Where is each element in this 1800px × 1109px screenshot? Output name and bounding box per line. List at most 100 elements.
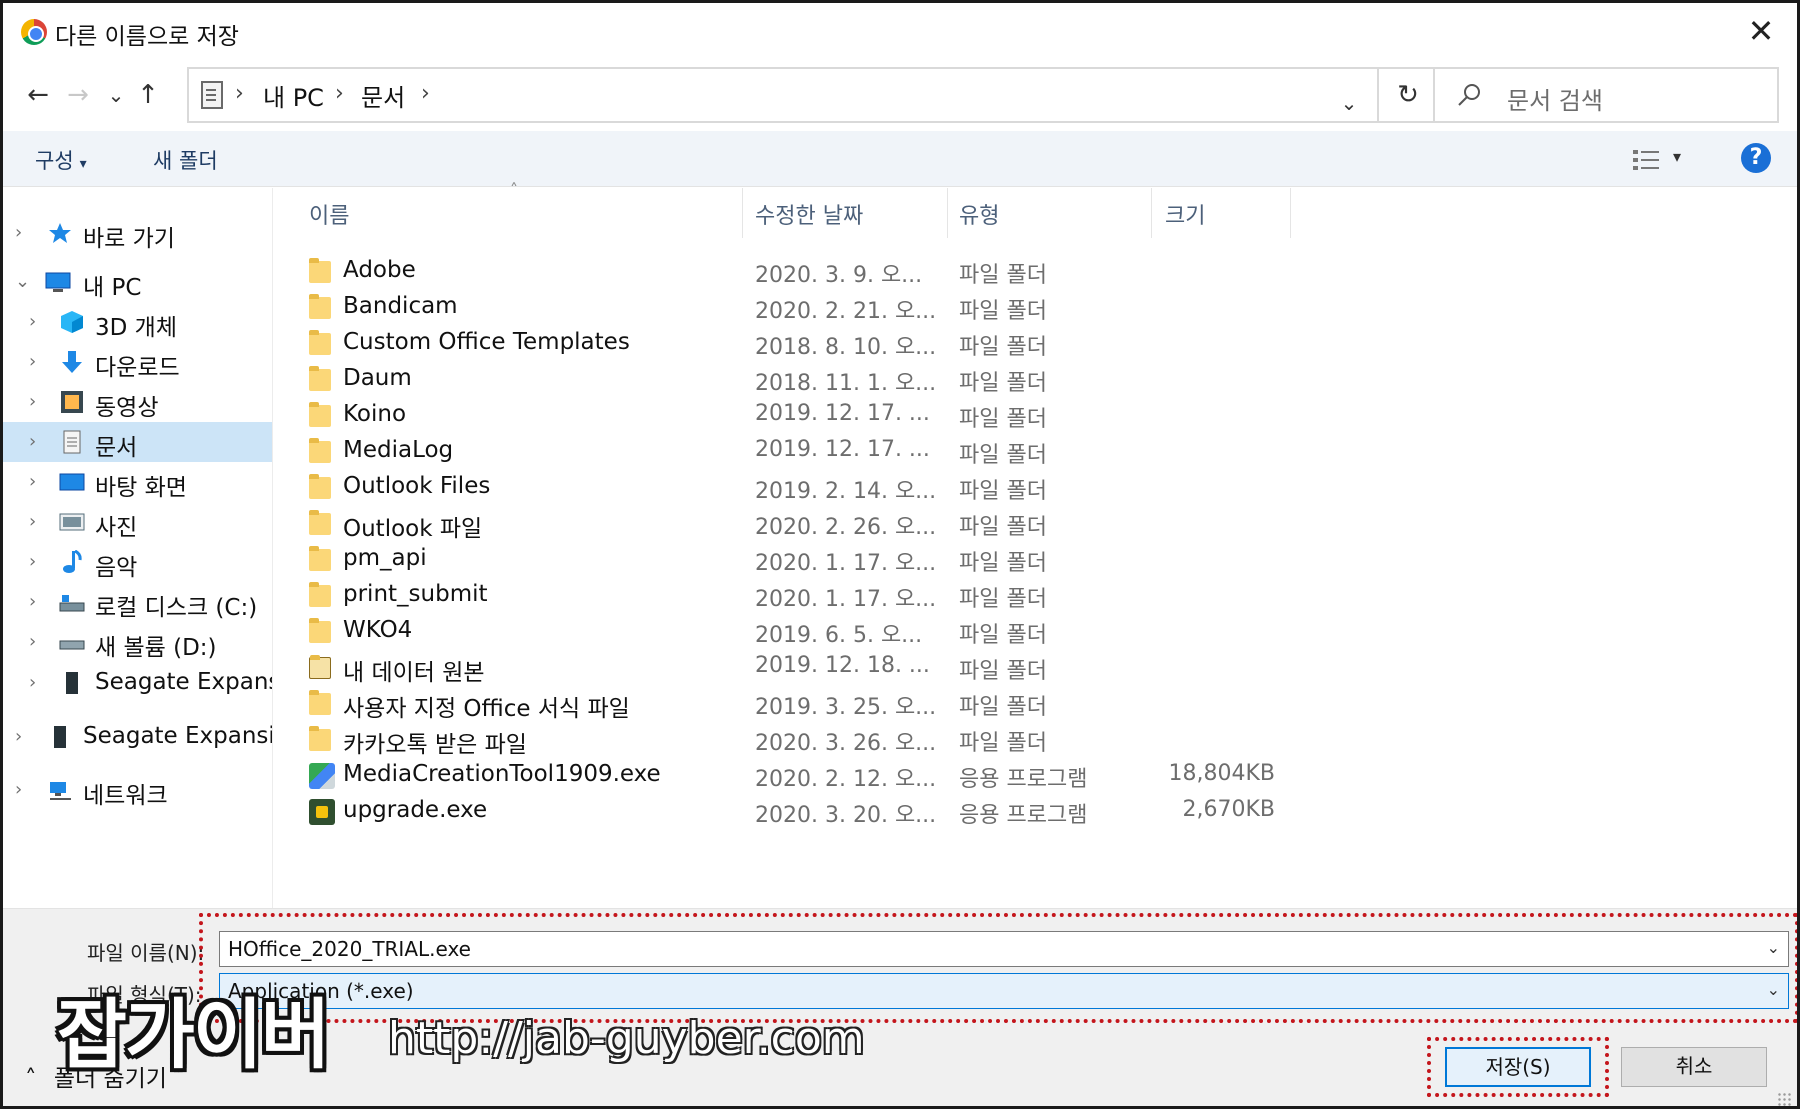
- column-header-date[interactable]: 수정한 날짜: [755, 198, 863, 230]
- file-row[interactable]: 사용자 지정 Office 서식 파일 2019. 3. 25. 오... 파일 폴…: [275, 686, 1275, 722]
- nav-item-label: 새 볼륨 (D:): [95, 635, 217, 661]
- nav-item-documents[interactable]: › 문서: [3, 422, 272, 462]
- nav-item-pictures[interactable]: › 사진: [3, 502, 272, 542]
- nav-item-label: 내 PC: [83, 275, 142, 301]
- file-date: 2020. 3. 26. 오...: [755, 731, 937, 756]
- back-arrow-icon[interactable]: ←: [21, 75, 55, 115]
- folder-icon: [309, 330, 331, 355]
- file-date: 2019. 12. 17. ...: [755, 437, 930, 462]
- file-row[interactable]: Bandicam 2020. 2. 21. 오... 파일 폴더: [275, 290, 1275, 324]
- column-divider[interactable]: [947, 188, 948, 238]
- file-type: 파일 폴더: [959, 515, 1047, 540]
- file-date: 2020. 2. 26. 오...: [755, 515, 937, 540]
- nav-item-desktop[interactable]: › 바탕 화면: [3, 462, 272, 502]
- view-options-button[interactable]: ▾: [1631, 147, 1691, 173]
- up-arrow-icon[interactable]: ↑: [131, 75, 165, 115]
- file-row[interactable]: print_submit 2020. 1. 17. 오... 파일 폴더: [275, 578, 1275, 612]
- file-name: Daum: [343, 365, 412, 391]
- file-row[interactable]: 내 데이터 원본 2019. 12. 18. ... 파일 폴더: [275, 650, 1275, 686]
- nav-item-seagate-expansion[interactable]: › Seagate Expansion: [3, 663, 272, 703]
- file-row[interactable]: MediaLog 2019. 12. 17. ... 파일 폴더: [275, 434, 1275, 468]
- search-box[interactable]: 문서 검색: [1433, 67, 1779, 123]
- folder-icon: [309, 510, 331, 535]
- chevron-right-icon[interactable]: ›: [29, 471, 36, 492]
- address-history-chevron-icon[interactable]: ⌄: [1321, 75, 1377, 131]
- file-date: 2019. 3. 25. 오...: [755, 695, 937, 720]
- file-size: 2,670KB: [1182, 797, 1275, 822]
- chevron-right-icon[interactable]: ›: [15, 779, 22, 800]
- chevron-right-icon[interactable]: ›: [29, 391, 36, 412]
- nav-item-label: 3D 개체: [95, 315, 177, 341]
- forward-arrow-icon[interactable]: →: [61, 75, 95, 115]
- column-header-size[interactable]: 크기: [1165, 198, 1205, 230]
- file-row[interactable]: MediaCreationTool1909.exe 2020. 2. 12. 오.…: [275, 758, 1275, 792]
- folder-icon: [309, 546, 331, 571]
- new-folder-button[interactable]: 새 폴더: [153, 145, 218, 175]
- chevron-right-icon[interactable]: ›: [29, 431, 36, 452]
- cancel-button[interactable]: 취소: [1621, 1047, 1767, 1087]
- document-icon: [63, 430, 81, 454]
- chevron-right-icon[interactable]: ›: [15, 726, 22, 747]
- file-row[interactable]: Koino 2019. 12. 17. ... 파일 폴더: [275, 398, 1275, 432]
- file-row[interactable]: upgrade.exe 2020. 3. 20. 오... 응용 프로그램 2,670…: [275, 794, 1275, 828]
- chevron-right-icon[interactable]: ›: [29, 311, 36, 332]
- file-row[interactable]: Custom Office Templates 2018. 8. 10. 오...…: [275, 326, 1275, 360]
- nav-item-this-pc[interactable]: ⌄ 내 PC: [3, 262, 272, 302]
- nav-item-seagate-expansion[interactable]: › Seagate Expansion: [3, 717, 272, 757]
- column-divider[interactable]: [742, 188, 743, 238]
- file-row[interactable]: Outlook Files 2019. 2. 14. 오... 파일 폴더: [275, 470, 1275, 504]
- nav-item-label: 로컬 디스크 (C:): [95, 595, 258, 621]
- save-button[interactable]: 저장(S): [1445, 1047, 1591, 1087]
- help-icon[interactable]: ?: [1741, 143, 1771, 173]
- cube-icon: [61, 311, 83, 333]
- breadcrumb-documents[interactable]: 문서: [361, 78, 405, 113]
- file-row[interactable]: pm_api 2020. 1. 17. 오... 파일 폴더: [275, 542, 1275, 576]
- folder-icon: [309, 690, 331, 715]
- file-row[interactable]: WKO4 2019. 6. 5. 오... 파일 폴더: [275, 614, 1275, 648]
- address-bar[interactable]: › 내 PC › 문서 › ⌄: [187, 67, 1379, 123]
- nav-item-label: 바탕 화면: [95, 475, 187, 501]
- file-name: Outlook 파일: [343, 516, 483, 542]
- chevron-right-icon[interactable]: ›: [15, 222, 22, 243]
- nav-item-downloads[interactable]: › 다운로드: [3, 342, 272, 382]
- navigation-pane: › 바로 가기 ⌄ 내 PC › 3D 개체 › 다운로드 › 동영상 › 문서: [3, 188, 273, 908]
- breadcrumb-separator[interactable]: ›: [335, 81, 344, 106]
- nav-item-quick-access[interactable]: › 바로 가기: [3, 213, 272, 253]
- refresh-button[interactable]: ↻: [1379, 67, 1439, 123]
- chevron-right-icon[interactable]: ›: [29, 591, 36, 612]
- chevron-right-icon[interactable]: ›: [29, 631, 36, 652]
- recent-locations-chevron-icon[interactable]: ⌄: [99, 75, 133, 115]
- organize-label: 구성: [35, 149, 74, 173]
- chevron-right-icon[interactable]: ›: [29, 551, 36, 572]
- close-button[interactable]: ✕: [1739, 11, 1783, 51]
- nav-item-3d-objects[interactable]: › 3D 개체: [3, 302, 272, 342]
- column-divider[interactable]: [1290, 188, 1291, 238]
- file-name: 사용자 지정 Office 서식 파일: [343, 696, 630, 722]
- file-row[interactable]: 카카오톡 받은 파일 2020. 3. 26. 오... 파일 폴더: [275, 722, 1275, 758]
- file-date: 2020. 1. 17. 오...: [755, 551, 937, 576]
- nav-item-videos[interactable]: › 동영상: [3, 382, 272, 422]
- column-header-name[interactable]: 이름: [309, 198, 349, 230]
- file-type: 파일 폴더: [959, 263, 1047, 288]
- highlight-annotation: [199, 913, 1797, 1023]
- breadcrumb-separator[interactable]: ›: [235, 81, 244, 106]
- chevron-right-icon[interactable]: ›: [29, 672, 36, 693]
- file-name: Koino: [343, 401, 407, 427]
- chevron-right-icon[interactable]: ›: [29, 511, 36, 532]
- chevron-right-icon[interactable]: ›: [29, 351, 36, 372]
- nav-item-new-volume-d[interactable]: › 새 볼륨 (D:): [3, 622, 272, 662]
- file-row[interactable]: Outlook 파일 2020. 2. 26. 오... 파일 폴더: [275, 506, 1275, 542]
- nav-item-music[interactable]: › 음악: [3, 542, 272, 582]
- column-divider[interactable]: [1151, 188, 1152, 238]
- resize-grip-icon[interactable]: [1777, 1092, 1791, 1106]
- chevron-down-icon[interactable]: ⌄: [15, 271, 30, 292]
- organize-menu[interactable]: 구성 ▾: [35, 145, 87, 175]
- nav-item-network[interactable]: › 네트워크: [3, 770, 272, 810]
- nav-item-local-disk-c[interactable]: › 로컬 디스크 (C:): [3, 582, 272, 622]
- file-row[interactable]: Adobe 2020. 3. 9. 오... 파일 폴더: [275, 254, 1275, 288]
- folder-icon: [309, 726, 331, 751]
- breadcrumb-this-pc[interactable]: 내 PC: [263, 78, 324, 113]
- column-header-type[interactable]: 유형: [959, 198, 999, 230]
- file-row[interactable]: Daum 2018. 11. 1. 오... 파일 폴더: [275, 362, 1275, 396]
- breadcrumb-separator[interactable]: ›: [421, 81, 430, 106]
